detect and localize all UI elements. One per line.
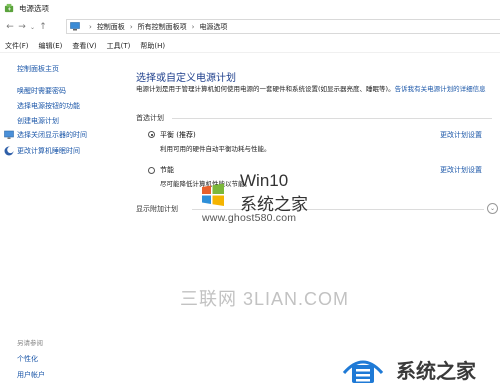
window-title: 电源选项	[19, 3, 49, 13]
plan-power-saver-name[interactable]: 节能	[160, 165, 174, 175]
left-nav: 控制面板主页 唤醒时需要密码 选择电源按钮的功能 创建电源计划 选择关闭显示器的…	[0, 53, 126, 391]
up-arrow-icon[interactable]: ↑	[37, 20, 49, 34]
menu-tools[interactable]: 工具(T)	[107, 41, 131, 51]
monitor-icon	[4, 130, 14, 139]
description-text: 电源计划是用于管理计算机如何使用电源的一套硬件和系统设置(如显示器亮度、睡眠等)…	[136, 85, 395, 93]
breadcrumb-power-options[interactable]: 电源选项	[199, 22, 227, 32]
title-bar: 电源选项	[0, 0, 500, 16]
control-panel-home-link[interactable]: 控制面板主页	[17, 64, 59, 74]
watermark-win10-system-home: Win10 系统之家 www.ghost580.com	[200, 170, 330, 226]
sidebar-item-create-plan[interactable]: 创建电源计划	[17, 116, 59, 126]
watermark-brand-text: 系统之家	[396, 359, 476, 383]
power-plans-info-link[interactable]: 告诉我有关电源计划的详细信息	[395, 85, 486, 93]
expand-chevron-down-icon[interactable]: ⌄	[487, 203, 498, 214]
forward-arrow-icon[interactable]: →	[16, 20, 28, 34]
sleep-moon-icon	[4, 146, 14, 156]
watermark-win10-text: Win10	[240, 171, 289, 190]
change-plan-settings-power-saver-link[interactable]: 更改计划设置	[440, 165, 482, 175]
see-also-personalization-link[interactable]: 个性化	[17, 354, 38, 364]
plan-balanced-description: 利用可用的硬件自动平衡功耗与性能。	[160, 145, 271, 153]
address-bar: ← → ⌄ ↑ › 控制面板 › 所有控制面板项 › 电源选项	[0, 18, 500, 36]
sidebar-item-display-off[interactable]: 选择关闭显示器的时间	[4, 130, 87, 140]
section-divider	[172, 118, 492, 119]
breadcrumb-control-panel[interactable]: 控制面板	[97, 22, 125, 32]
sidebar-item-sleep-time[interactable]: 更改计算机睡眠时间	[4, 146, 80, 156]
windows-logo-icon	[202, 183, 224, 206]
preferred-plans-title: 首选计划	[136, 114, 164, 122]
plan-balanced-name[interactable]: 平衡 (推荐)	[160, 130, 196, 140]
sidebar-item-label: 选择关闭显示器的时间	[17, 131, 87, 139]
menu-edit[interactable]: 编辑(E)	[39, 41, 63, 51]
control-panel-icon	[70, 22, 80, 31]
menu-view[interactable]: 查看(V)	[72, 41, 96, 51]
menu-file[interactable]: 文件(F)	[5, 41, 29, 51]
watermark-url: www.ghost580.com	[202, 212, 297, 224]
breadcrumb-separator: ›	[89, 22, 92, 31]
see-also-user-accounts-link[interactable]: 用户帐户	[17, 370, 45, 380]
see-also-title: 另请参阅	[17, 339, 43, 347]
sidebar-item-power-button[interactable]: 选择电源按钮的功能	[17, 101, 80, 111]
menu-bar: 文件(F) 编辑(E) 查看(V) 工具(T) 帮助(H)	[0, 40, 500, 53]
watermark-3lian: 三联网 3LIAN.COM	[180, 289, 350, 309]
plan-power-saver-radio[interactable]	[148, 167, 155, 174]
page-description: 电源计划是用于管理计算机如何使用电源的一套硬件和系统设置(如显示器亮度、睡眠等)…	[136, 84, 488, 94]
breadcrumb-separator: ›	[191, 22, 195, 31]
show-additional-plans[interactable]: 显示附加计划	[136, 204, 178, 214]
house-logo-icon	[342, 360, 384, 383]
address-box[interactable]: › 控制面板 › 所有控制面板项 › 电源选项	[66, 19, 500, 34]
recent-chevron-down-icon[interactable]: ⌄	[28, 20, 37, 34]
menu-help[interactable]: 帮助(H)	[140, 41, 165, 51]
sidebar-item-wake-password[interactable]: 唤醒时需要密码	[17, 86, 66, 96]
plan-balanced-radio[interactable]	[148, 131, 155, 138]
back-arrow-icon[interactable]: ←	[4, 20, 16, 34]
breadcrumb-separator: ›	[129, 22, 133, 31]
sidebar-item-label: 更改计算机睡眠时间	[17, 147, 80, 155]
change-plan-settings-balanced-link[interactable]: 更改计划设置	[440, 130, 482, 140]
page-title: 选择或自定义电源计划	[136, 73, 236, 84]
breadcrumb-all-items[interactable]: 所有控制面板项	[138, 22, 187, 32]
watermark-xitongzhijia: 系统之家	[340, 351, 500, 391]
power-options-icon	[4, 3, 14, 12]
